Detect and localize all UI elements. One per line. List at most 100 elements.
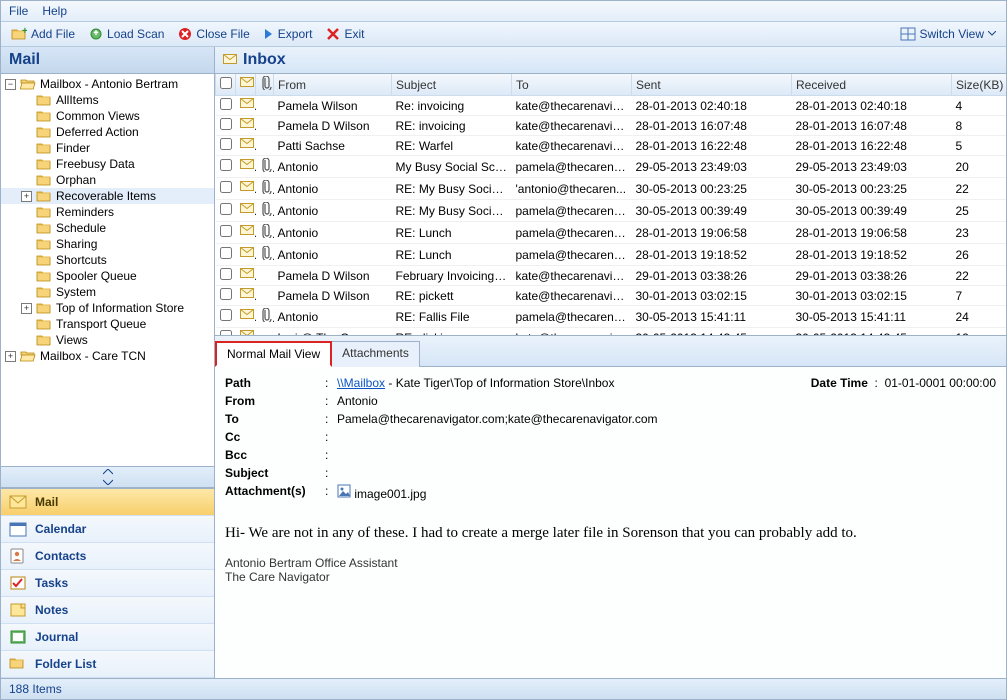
nav-item-contacts[interactable]: Contacts <box>1 543 214 570</box>
menu-file[interactable]: File <box>9 4 28 18</box>
cell-subject: RE: Fallis File <box>392 306 512 328</box>
load-scan-button[interactable]: Load Scan <box>85 25 168 43</box>
cell-readstate <box>236 286 256 306</box>
row-checkbox[interactable] <box>220 118 232 130</box>
nav-item-calendar[interactable]: Calendar <box>1 516 214 543</box>
col-attachment[interactable] <box>256 74 274 96</box>
left-pane: Mail −Mailbox - Antonio BertramAllItemsC… <box>1 47 215 678</box>
nav-item-journal[interactable]: Journal <box>1 624 214 651</box>
row-checkbox[interactable] <box>220 247 232 259</box>
row-checkbox[interactable] <box>220 138 232 150</box>
tree-item[interactable]: Finder <box>1 140 214 156</box>
cell-received: 30-01-2013 03:02:15 <box>792 286 952 306</box>
close-file-button[interactable]: Close File <box>174 25 253 43</box>
row-checkbox[interactable] <box>220 203 232 215</box>
tree-item[interactable]: Views <box>1 332 214 348</box>
tree-item[interactable]: Reminders <box>1 204 214 220</box>
folder-tree[interactable]: −Mailbox - Antonio BertramAllItemsCommon… <box>1 74 214 466</box>
tab-attachments[interactable]: Attachments <box>331 341 420 367</box>
path-link[interactable]: \\Mailbox <box>337 376 385 390</box>
message-list[interactable]: From Subject To Sent Received Size(KB) P… <box>215 74 1006 336</box>
switch-view-button[interactable]: Switch View <box>896 25 1000 43</box>
tree-item[interactable]: +Mailbox - Care TCN <box>1 348 214 364</box>
tree-item[interactable]: −Mailbox - Antonio Bertram <box>1 76 214 92</box>
table-row[interactable]: Lori @ The Care Nav...RE: dickinsonkate@… <box>216 328 1007 337</box>
table-row[interactable]: Pamela D Wilson RE: invoicingkate@thecar… <box>216 116 1007 136</box>
tree-item[interactable]: Spooler Queue <box>1 268 214 284</box>
tree-item[interactable]: Deferred Action <box>1 124 214 140</box>
cell-checkbox <box>216 222 236 244</box>
expand-icon[interactable]: + <box>21 191 32 202</box>
table-row[interactable]: Pamela WilsonRe: invoicingkate@thecarena… <box>216 96 1007 116</box>
attachment-item[interactable]: image001.jpg <box>337 484 996 501</box>
row-checkbox[interactable] <box>220 309 232 321</box>
tree-scroll-down[interactable] <box>1 477 214 487</box>
menu-help[interactable]: Help <box>42 4 67 18</box>
tree-item[interactable]: Transport Queue <box>1 316 214 332</box>
nav-item-label: Journal <box>35 630 78 644</box>
expand-icon[interactable]: + <box>21 303 32 314</box>
nav-item-tasks[interactable]: Tasks <box>1 570 214 597</box>
tree-item[interactable]: Common Views <box>1 108 214 124</box>
table-row[interactable]: Pamela D Wilson February Invoicing ...ka… <box>216 266 1007 286</box>
tree-item-label: Views <box>56 333 88 347</box>
col-from[interactable]: From <box>274 74 392 96</box>
cell-attachment <box>256 328 274 337</box>
col-subject[interactable]: Subject <box>392 74 512 96</box>
tree-item[interactable]: AllItems <box>1 92 214 108</box>
folder-icon <box>36 125 52 139</box>
cell-size: 5 <box>952 136 1007 156</box>
tree-scroll-up[interactable] <box>1 467 214 477</box>
cell-from: Pamela D Wilson <box>274 266 392 286</box>
table-row[interactable]: Patti SachseRE: Warfelkate@thecarenavig.… <box>216 136 1007 156</box>
envelope-icon <box>240 118 254 130</box>
nav-item-notes[interactable]: Notes <box>1 597 214 624</box>
cell-attachment <box>256 244 274 266</box>
collapse-icon[interactable]: − <box>5 79 16 90</box>
row-checkbox[interactable] <box>220 288 232 300</box>
col-received[interactable]: Received <box>792 74 952 96</box>
tree-item[interactable]: Sharing <box>1 236 214 252</box>
tree-item[interactable]: +Recoverable Items <box>1 188 214 204</box>
load-scan-label: Load Scan <box>107 27 164 41</box>
tree-item[interactable]: +Top of Information Store <box>1 300 214 316</box>
cell-to: kate@thecarenavig... <box>512 116 632 136</box>
label-cc: Cc <box>225 430 325 444</box>
exit-button[interactable]: Exit <box>322 25 368 43</box>
nav-item-folder-list[interactable]: Folder List <box>1 651 214 678</box>
tree-item[interactable]: Orphan <box>1 172 214 188</box>
add-file-button[interactable]: + Add File <box>7 25 79 43</box>
row-checkbox[interactable] <box>220 268 232 280</box>
table-row[interactable]: AntonioMy Busy Social Sch...pamela@theca… <box>216 156 1007 178</box>
col-sent[interactable]: Sent <box>632 74 792 96</box>
tab-normal-mail-view[interactable]: Normal Mail View <box>215 341 332 367</box>
tree-item[interactable]: Shortcuts <box>1 252 214 268</box>
row-checkbox[interactable] <box>220 159 232 171</box>
cell-attachment <box>256 136 274 156</box>
cell-size: 12 <box>952 328 1007 337</box>
col-checkbox[interactable] <box>216 74 236 96</box>
table-row[interactable]: AntonioRE: My Busy Social ...'antonio@th… <box>216 178 1007 200</box>
nav-item-label: Mail <box>35 495 58 509</box>
cell-sent: 30-05-2013 15:41:11 <box>632 306 792 328</box>
tree-item[interactable]: Schedule <box>1 220 214 236</box>
col-size[interactable]: Size(KB) <box>952 74 1007 96</box>
value-datetime: 01-01-0001 00:00:00 <box>885 376 996 390</box>
expand-icon[interactable]: + <box>5 351 16 362</box>
row-checkbox[interactable] <box>220 98 232 110</box>
table-row[interactable]: AntonioRE: My Busy Social ...pamela@thec… <box>216 200 1007 222</box>
export-button[interactable]: Export <box>260 25 317 43</box>
left-pane-title: Mail <box>1 47 214 74</box>
nav-item-mail[interactable]: Mail <box>1 489 214 516</box>
cell-attachment <box>256 96 274 116</box>
row-checkbox[interactable] <box>220 225 232 237</box>
col-to[interactable]: To <box>512 74 632 96</box>
table-row[interactable]: AntonioRE: Lunchpamela@thecarena...28-01… <box>216 222 1007 244</box>
tree-item[interactable]: System <box>1 284 214 300</box>
table-row[interactable]: Pamela D Wilson RE: pickettkate@thecaren… <box>216 286 1007 306</box>
table-row[interactable]: AntonioRE: Fallis Filepamela@thecarena..… <box>216 306 1007 328</box>
row-checkbox[interactable] <box>220 181 232 193</box>
col-readstate[interactable] <box>236 74 256 96</box>
table-row[interactable]: AntonioRE: Lunchpamela@thecarena...28-01… <box>216 244 1007 266</box>
tree-item[interactable]: Freebusy Data <box>1 156 214 172</box>
